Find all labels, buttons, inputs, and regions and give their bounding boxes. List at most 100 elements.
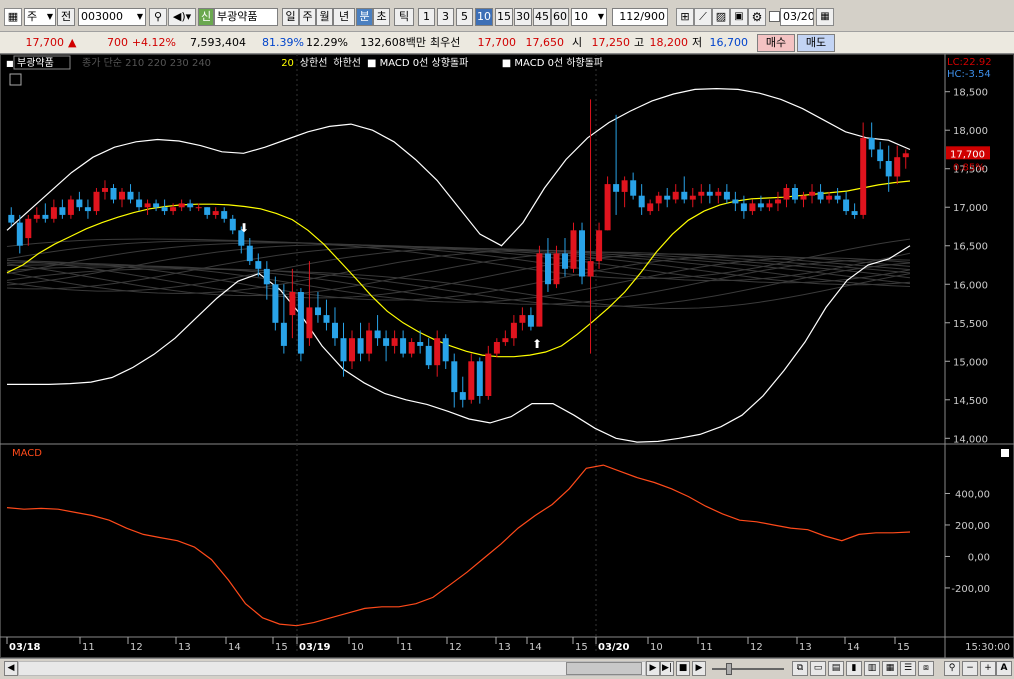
time-axis-label: 12	[750, 642, 763, 653]
period-button-4[interactable]: 분	[356, 8, 373, 26]
chart-area[interactable]: ⬇ ⬆ 18,500 18,000 17,500 17,000 16,500 16,000 15…	[0, 54, 1014, 658]
legend-item: 상한선	[300, 57, 328, 69]
calendar-icon[interactable]: ▦	[816, 8, 834, 26]
candle-body	[860, 137, 867, 215]
candle-body	[527, 315, 534, 327]
interval-button-45[interactable]: 45	[533, 8, 551, 26]
gear-icon[interactable]: ⚙	[748, 8, 766, 26]
layout-icon[interactable]: ▭	[810, 661, 826, 676]
crosshair-icon[interactable]: ⊞	[676, 8, 694, 26]
candle-body	[672, 191, 679, 200]
period-button-5[interactable]: 초	[373, 8, 390, 26]
turnover-ratio: 12.29%	[306, 36, 348, 49]
legend-item: 종가 단순 210 220 230 240	[82, 57, 211, 69]
chart-type-icon[interactable]: ▦	[4, 8, 22, 26]
candle-body	[536, 253, 543, 327]
bar-count-value: 112	[619, 10, 641, 23]
candle-body	[136, 199, 143, 208]
interval-select[interactable]: 10 ▼	[571, 8, 607, 26]
candle-body	[809, 191, 816, 196]
buy-button[interactable]: 매수	[757, 34, 795, 52]
plus-icon[interactable]: +	[980, 661, 996, 676]
quote-bar: 17,700 ▲ 700 +4.12% 7,593,404 81.39% 12.…	[0, 32, 1014, 54]
stock-code-input[interactable]: 003000 ▼	[78, 8, 146, 26]
candle-body	[817, 191, 824, 200]
chart-tool-icon[interactable]: ▨	[712, 8, 730, 26]
fast-forward-icon[interactable]: ▶|	[660, 661, 674, 676]
minus-icon[interactable]: −	[962, 661, 978, 676]
period-button-2[interactable]: 월	[316, 8, 333, 26]
interval-button-3[interactable]: 3	[437, 8, 454, 26]
candle-body	[664, 195, 671, 200]
candle-body	[263, 268, 270, 285]
layers-icon[interactable]: ⧈	[918, 661, 934, 676]
chevron-down-icon: ▼	[136, 12, 143, 21]
zoom-slider-track[interactable]	[712, 668, 784, 670]
interval-button-10[interactable]: 10	[475, 8, 493, 26]
chart-title: 부광약품	[17, 57, 54, 69]
candle-body	[187, 203, 194, 208]
sell-button[interactable]: 매도	[797, 34, 835, 52]
next-icon[interactable]: ▶	[692, 661, 706, 676]
price-axis-label: 14,500	[953, 396, 988, 407]
period-button-3[interactable]: 년	[333, 8, 355, 26]
options-icon[interactable]: ☰	[900, 661, 916, 676]
candle-body	[621, 180, 628, 192]
candle-body	[459, 392, 466, 400]
chart-mode-icon[interactable]: ▥	[864, 661, 880, 676]
time-axis-label: 14	[228, 642, 241, 653]
candle-body	[204, 207, 211, 215]
panel-grid-icon	[9, 73, 22, 86]
candle-body	[442, 338, 449, 362]
candle-body	[638, 195, 645, 208]
period-button-6[interactable]: 틱	[394, 8, 414, 26]
interval-button-60[interactable]: 60	[551, 8, 569, 26]
speaker-icon[interactable]: ◀)▾	[168, 8, 196, 26]
compare-icon[interactable]: ▦	[882, 661, 898, 676]
price-axis-label: 15,500	[953, 319, 988, 330]
horizontal-scrollbar-track[interactable]	[18, 661, 646, 676]
candle-body	[706, 191, 713, 196]
font-size-icon[interactable]: A	[996, 661, 1012, 676]
interval-button-15[interactable]: 15	[495, 8, 513, 26]
scrollbar-thumb[interactable]	[566, 662, 642, 675]
candle-body	[826, 195, 833, 200]
price-chart-svg[interactable]: ⬇⬆18,50018,00017,50017,00016,50016,00015…	[0, 54, 1014, 658]
candle-body	[289, 292, 296, 316]
market-select[interactable]: 주 ▼	[24, 8, 56, 26]
price-axis-label: 17,000	[953, 203, 988, 214]
stock-code-value: 003000	[81, 10, 123, 23]
macd-line	[6, 464, 911, 627]
period-button-1[interactable]: 주	[299, 8, 316, 26]
zoom-icon[interactable]: ⚲	[944, 661, 960, 676]
candle-body	[434, 338, 441, 366]
window-icon[interactable]: ⧉	[792, 661, 808, 676]
candle-body	[170, 207, 177, 212]
interval-button-1[interactable]: 1	[418, 8, 435, 26]
candle-body	[587, 261, 594, 277]
zoom-slider-thumb[interactable]	[726, 663, 732, 675]
date-input[interactable]: 03/20	[780, 8, 814, 26]
grid-icon[interactable]: ▤	[828, 661, 844, 676]
save-icon[interactable]: ▣	[730, 8, 748, 26]
candle-body	[33, 214, 40, 219]
date-checkbox[interactable]	[769, 11, 780, 22]
play-icon[interactable]: ▶	[646, 661, 660, 676]
trade-amount: 132,608백만	[360, 36, 426, 49]
legend-item: 하한선	[333, 56, 361, 69]
stop-icon[interactable]: ■	[676, 661, 690, 676]
scroll-left-icon[interactable]: ◀	[4, 661, 18, 676]
prev-button[interactable]: 전	[57, 8, 75, 26]
candle-body	[8, 214, 15, 223]
candle-body	[16, 222, 23, 246]
draw-line-icon[interactable]: ⟋	[694, 8, 712, 26]
legend-item: 20	[281, 58, 294, 69]
interval-button-5[interactable]: 5	[456, 8, 473, 26]
interval-button-30[interactable]: 30	[514, 8, 532, 26]
search-icon[interactable]: ⚲	[149, 8, 167, 26]
bar-count-field[interactable]: 112/900	[612, 8, 668, 26]
up-arrow-icon: ▲	[68, 36, 77, 49]
bars-icon[interactable]: ▮	[846, 661, 862, 676]
period-button-0[interactable]: 일	[282, 8, 299, 26]
time-axis-label: 03/20	[598, 642, 630, 653]
